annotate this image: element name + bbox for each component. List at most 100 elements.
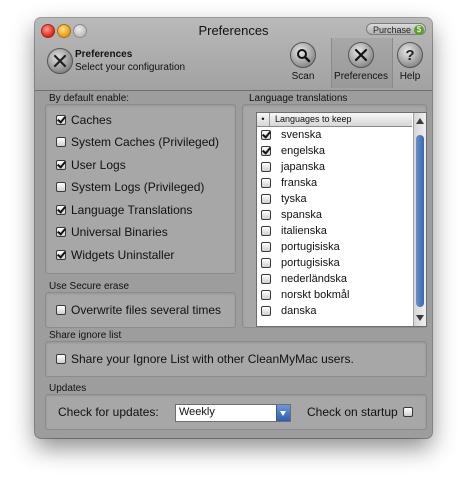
- tools-icon: [348, 42, 374, 68]
- option-label: Overwrite files several times: [71, 303, 222, 317]
- option-user-logs[interactable]: User Logs: [56, 158, 126, 172]
- language-translations-checkbox[interactable]: [56, 205, 66, 215]
- purchase-button[interactable]: Purchase $: [366, 23, 426, 35]
- option-overwrite-files[interactable]: Overwrite files several times: [56, 303, 221, 317]
- language-row[interactable]: japanska: [261, 159, 325, 175]
- universal-binaries-checkbox[interactable]: [56, 227, 66, 237]
- defaults-heading: By default enable:: [49, 93, 130, 104]
- language-row[interactable]: tyska: [261, 191, 307, 207]
- language-checkbox[interactable]: [261, 162, 271, 172]
- languages-list-header[interactable]: • Languages to keep: [257, 113, 412, 127]
- option-system-caches[interactable]: System Caches (Privileged): [56, 135, 219, 149]
- share-ignore-list-checkbox[interactable]: [56, 354, 66, 364]
- title-bar: Preferences Purchase $ Preferences Selec…: [35, 18, 432, 91]
- preferences-tab[interactable]: Preferences: [333, 42, 389, 82]
- language-checkbox[interactable]: [261, 194, 271, 204]
- language-row[interactable]: spanska: [261, 207, 322, 223]
- check-for-updates-label: Check for updates:: [58, 405, 159, 419]
- language-row[interactable]: danska: [261, 303, 316, 319]
- help-button[interactable]: ? Help: [396, 42, 424, 82]
- language-label: portugisiska: [281, 241, 340, 253]
- column-bullet: •: [257, 113, 270, 126]
- caches-checkbox[interactable]: [56, 115, 66, 125]
- option-language-translations[interactable]: Language Translations: [56, 203, 192, 217]
- secure-erase-heading: Use Secure erase: [49, 281, 130, 292]
- language-checkbox[interactable]: [261, 258, 271, 268]
- scroll-down-arrow-icon[interactable]: [416, 315, 424, 321]
- option-label: Universal Binaries: [71, 225, 168, 239]
- option-label: Share your Ignore List with other CleanM…: [71, 352, 354, 366]
- language-label: nederländska: [281, 273, 348, 285]
- language-label: japanska: [281, 161, 326, 173]
- option-caches[interactable]: Caches: [56, 113, 112, 127]
- option-label: Caches: [71, 113, 112, 127]
- updates-heading: Updates: [49, 383, 87, 394]
- language-row[interactable]: portugisiska: [261, 239, 340, 255]
- option-label: System Caches (Privileged): [71, 135, 220, 149]
- scan-button[interactable]: Scan: [288, 42, 318, 82]
- widgets-uninstaller-checkbox[interactable]: [56, 250, 66, 260]
- header-title: Preferences: [75, 49, 133, 60]
- check-on-startup[interactable]: Check on startup: [307, 405, 413, 419]
- language-row[interactable]: franska: [261, 175, 317, 191]
- language-row[interactable]: nederländska: [261, 271, 347, 287]
- option-universal-binaries[interactable]: Universal Binaries: [56, 225, 168, 239]
- language-checkbox[interactable]: [261, 130, 271, 140]
- language-checkbox[interactable]: [261, 290, 271, 300]
- language-checkbox[interactable]: [261, 146, 271, 156]
- system-logs-checkbox[interactable]: [56, 182, 66, 192]
- preferences-label: Preferences: [334, 71, 388, 82]
- language-checkbox[interactable]: [261, 178, 271, 188]
- option-label: System Logs (Privileged): [71, 180, 205, 194]
- language-row[interactable]: engelska: [261, 143, 325, 159]
- language-label: danska: [281, 305, 317, 317]
- language-label: franska: [281, 177, 318, 189]
- overwrite-files-checkbox[interactable]: [56, 305, 66, 315]
- scroll-up-arrow-icon[interactable]: [416, 118, 424, 124]
- secure-erase-group: Overwrite files several times: [45, 292, 236, 328]
- language-label: svenska: [281, 129, 322, 141]
- languages-heading: Language translations: [249, 93, 348, 104]
- dropdown-arrow-icon[interactable]: [276, 405, 290, 421]
- header-subtitle: Select your configuration: [75, 62, 186, 73]
- ignore-list-group: Share your Ignore List with other CleanM…: [45, 341, 427, 377]
- ignore-list-heading: Share ignore list: [49, 330, 122, 341]
- language-label: spanska: [281, 209, 322, 221]
- option-label: Widgets Uninstaller: [71, 248, 175, 262]
- scan-label: Scan: [291, 71, 315, 82]
- system-caches-checkbox[interactable]: [56, 137, 66, 147]
- language-label: norskt bokmål: [281, 289, 350, 301]
- user-logs-checkbox[interactable]: [56, 160, 66, 170]
- language-checkbox[interactable]: [261, 306, 271, 316]
- language-checkbox[interactable]: [261, 242, 271, 252]
- language-checkbox[interactable]: [261, 274, 271, 284]
- language-label: italienska: [281, 225, 327, 237]
- update-frequency-dropdown[interactable]: Weekly: [175, 404, 291, 422]
- language-row[interactable]: portugisiska: [261, 255, 340, 271]
- language-row[interactable]: norskt bokmål: [261, 287, 349, 303]
- scroll-thumb[interactable]: [416, 135, 424, 307]
- purchase-label: Purchase: [373, 25, 412, 35]
- app-tools-icon: [47, 48, 73, 74]
- update-frequency-value: Weekly: [179, 406, 215, 418]
- option-label: User Logs: [71, 158, 126, 172]
- option-share-ignore-list[interactable]: Share your Ignore List with other CleanM…: [56, 352, 354, 366]
- languages-list[interactable]: • Languages to keep svenska engelska jap…: [256, 112, 427, 327]
- help-label: Help: [399, 71, 421, 82]
- defaults-group: Caches System Caches (Privileged) User L…: [45, 104, 236, 274]
- check-on-startup-checkbox[interactable]: [402, 407, 413, 417]
- startup-label: Check on startup: [307, 405, 398, 419]
- column-header-label: Languages to keep: [275, 114, 352, 124]
- language-checkbox[interactable]: [261, 210, 271, 220]
- preferences-window: Preferences Purchase $ Preferences Selec…: [35, 18, 432, 438]
- language-label: engelska: [281, 145, 326, 157]
- option-label: Language Translations: [71, 203, 193, 217]
- option-system-logs[interactable]: System Logs (Privileged): [56, 180, 204, 194]
- question-mark-icon: ?: [397, 42, 423, 68]
- language-checkbox[interactable]: [261, 226, 271, 236]
- language-row[interactable]: italienska: [261, 223, 327, 239]
- language-row[interactable]: svenska: [261, 127, 321, 143]
- languages-scrollbar[interactable]: [413, 113, 426, 326]
- purchase-badge: $: [414, 25, 424, 35]
- option-widgets-uninstaller[interactable]: Widgets Uninstaller: [56, 248, 174, 262]
